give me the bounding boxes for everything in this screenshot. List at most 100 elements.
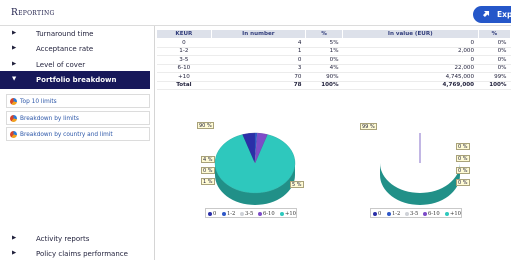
table-cell: 70 — [211, 72, 306, 82]
pie-chart-icon — [10, 131, 17, 138]
legend-item: 3-5 — [405, 211, 418, 217]
sidebar-item-label: Activity reports — [36, 235, 90, 243]
legend-item: 1-2 — [387, 211, 400, 217]
legend-dot — [445, 211, 449, 216]
table-cell: 0% — [478, 47, 511, 56]
pie-chart-value: 99 % 0 % 0 % 0 % 0 % 0 1-2 3-5 6-10 +10 — [360, 115, 480, 225]
sub-item-breakdown-by-country-and-limit[interactable]: Breakdown by country and limit — [6, 127, 150, 141]
table-cell: 4,769,000 — [342, 81, 479, 90]
table-cell: 0% — [478, 38, 511, 48]
sidebar-item-portfolio-breakdown[interactable]: ▼ Portfolio breakdown — [0, 71, 150, 89]
column-header: KEUR — [156, 29, 212, 39]
legend-item: 1-2 — [222, 211, 235, 217]
table-cell: 4,745,000 — [342, 72, 479, 82]
legend-item: +10 — [445, 211, 461, 217]
table-cell: 0 — [211, 55, 306, 65]
legend-dot — [423, 211, 427, 216]
legend-dot — [280, 211, 284, 216]
table-row: 1-2 1 1% 2,000 0% — [156, 47, 511, 56]
table-cell: 4% — [305, 64, 343, 73]
table-cell: 2,000 — [342, 47, 479, 56]
table-cell: 0% — [478, 64, 511, 73]
legend-item: 0 — [208, 211, 216, 217]
breakdown-table: KEUR In number % In value (EUR) % 0 4 5%… — [156, 29, 511, 90]
chart-legend: 0 1-2 3-5 6-10 +10 — [370, 208, 462, 218]
table-cell: +10 — [156, 72, 212, 82]
legend-item: +10 — [280, 211, 296, 217]
data-label: 0 % — [456, 179, 470, 186]
legend-label: 1-2 — [392, 211, 401, 217]
legend-dot — [405, 211, 409, 216]
table-cell: 22,000 — [342, 64, 479, 73]
sidebar: ▶ Turnaround time ▶ Acceptance rate ▶ Le… — [0, 26, 155, 260]
table-cell: 100% — [305, 81, 343, 90]
table-total-row: Total 78 100% 4,769,000 100% — [156, 81, 511, 90]
sidebar-item-label: Portfolio breakdown — [36, 76, 117, 84]
legend-dot — [387, 211, 391, 216]
data-label: 0 % — [456, 143, 470, 150]
sub-item-top-10-limits[interactable]: Top 10 limits — [6, 94, 150, 108]
legend-label: +10 — [450, 211, 461, 217]
sidebar-item-policy-claims-performance[interactable]: ▶ Policy claims performance — [0, 246, 150, 260]
sidebar-item-activity-reports[interactable]: ▶ Activity reports — [0, 231, 150, 247]
legend-item: 3-5 — [240, 211, 253, 217]
sub-item-breakdown-by-limits[interactable]: Breakdown by limits — [6, 111, 150, 125]
legend-label: 3-5 — [245, 211, 254, 217]
legend-label: 6-10 — [428, 211, 440, 217]
legend-label: 0 — [378, 211, 382, 217]
legend-dot — [222, 211, 226, 216]
chevron-right-icon: ▶ — [12, 61, 17, 67]
legend-item: 6-10 — [258, 211, 275, 217]
export-label: Export — [497, 10, 511, 19]
sidebar-item-turnaround-time[interactable]: ▶ Turnaround time — [0, 26, 150, 42]
column-header: In number — [210, 29, 306, 39]
data-label: 0 % — [456, 155, 470, 162]
chevron-right-icon: ▶ — [12, 235, 17, 241]
sub-item-label: Breakdown by limits — [20, 115, 79, 122]
sidebar-item-label: Acceptance rate — [36, 45, 94, 53]
table-cell: 78 — [211, 81, 306, 90]
table-cell: 0% — [305, 55, 343, 65]
table-cell: 3 — [211, 64, 306, 73]
legend-label: 3-5 — [410, 211, 419, 217]
table-cell: 0 — [342, 38, 479, 48]
table-cell: 3-5 — [156, 55, 212, 65]
export-button[interactable]: Export — [473, 6, 511, 23]
header-bar: Reporting Export — [0, 0, 511, 26]
chevron-right-icon: ▶ — [12, 45, 17, 51]
pie-chart-number: 90 % 4 % 0 % 1 % 5 % 0 1-2 3-5 6-10 +10 — [195, 115, 315, 225]
sidebar-item-acceptance-rate[interactable]: ▶ Acceptance rate — [0, 41, 150, 57]
chevron-right-icon: ▶ — [12, 250, 17, 256]
data-label: 5 % — [290, 181, 304, 188]
data-label: 1 % — [201, 178, 215, 185]
column-header: % — [477, 29, 511, 39]
table-cell: 0% — [478, 55, 511, 65]
sidebar-item-label: Turnaround time — [36, 30, 94, 38]
table-cell: 5% — [305, 38, 343, 48]
column-header: % — [304, 29, 344, 39]
table-cell: 1% — [305, 47, 343, 56]
column-header: In value (EUR) — [342, 29, 479, 39]
table-cell: 100% — [478, 81, 511, 90]
legend-dot — [373, 211, 377, 216]
sidebar-item-label: Policy claims performance — [36, 250, 128, 258]
sidebar-item-label: Level of cover — [36, 61, 86, 69]
table-row: 3-5 0 0% 0 0% — [156, 55, 511, 65]
sub-item-label: Breakdown by country and limit — [20, 131, 113, 138]
pie-chart-icon — [10, 115, 17, 122]
legend-label: 6-10 — [263, 211, 275, 217]
pie-chart-icon — [10, 98, 17, 105]
chevron-down-icon: ▼ — [12, 76, 17, 82]
legend-item: 0 — [373, 211, 381, 217]
chevron-right-icon: ▶ — [12, 30, 17, 36]
table-cell: 90% — [305, 72, 343, 82]
data-label: 90 % — [197, 122, 214, 129]
table-cell: 0 — [156, 38, 212, 48]
legend-dot — [258, 211, 262, 216]
data-label: 0 % — [456, 167, 470, 174]
data-label: 99 % — [360, 123, 377, 130]
table-cell: 1 — [211, 47, 306, 56]
table-cell: 99% — [478, 72, 511, 82]
legend-item: 6-10 — [423, 211, 440, 217]
legend-label: +10 — [285, 211, 296, 217]
